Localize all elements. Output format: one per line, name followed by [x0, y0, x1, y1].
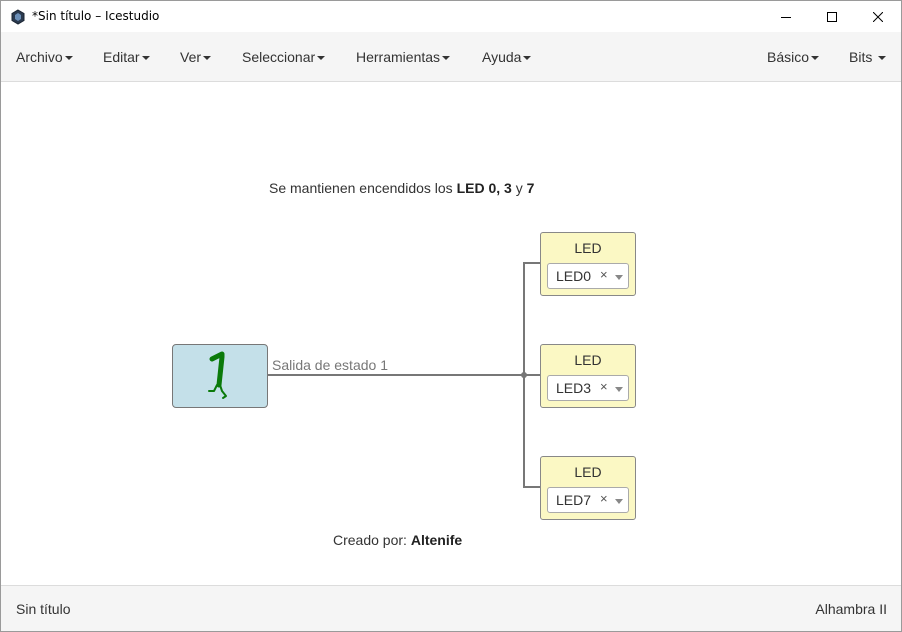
- caret-down-icon: [878, 56, 887, 61]
- led-block-title: LED: [574, 240, 602, 256]
- menu-editar[interactable]: Editar: [103, 32, 150, 82]
- led-block-3[interactable]: LED LED3 ×: [540, 344, 636, 408]
- close-button[interactable]: [855, 1, 901, 32]
- design-canvas[interactable]: Se mantienen encendidos los LED 0, 3 y 7…: [1, 83, 901, 585]
- led-pin-select[interactable]: LED7 ×: [547, 487, 629, 513]
- led-pin-select[interactable]: LED0 ×: [547, 263, 629, 289]
- led-block-title: LED: [574, 464, 602, 480]
- menu-ver[interactable]: Ver: [180, 32, 212, 82]
- title-bar[interactable]: *Sin título – Icestudio: [1, 1, 901, 32]
- clear-icon[interactable]: ×: [600, 379, 608, 394]
- maximize-button[interactable]: [809, 1, 855, 32]
- info-note-author[interactable]: Creado por: Altenife: [333, 532, 462, 548]
- caret-down-icon: [523, 56, 532, 61]
- constant-one-block[interactable]: [172, 344, 268, 408]
- status-board[interactable]: Alhambra II: [815, 601, 887, 617]
- caret-down-icon: [203, 56, 212, 61]
- clear-icon[interactable]: ×: [600, 491, 608, 506]
- wire-junction: [521, 372, 527, 378]
- app-window: *Sin título – Icestudio Archivo Editar V…: [0, 0, 902, 632]
- led-pin-value: LED0: [556, 268, 592, 284]
- menu-ayuda[interactable]: Ayuda: [482, 32, 532, 82]
- led-block-0[interactable]: LED LED0 ×: [540, 232, 636, 296]
- dropdown-arrow-icon[interactable]: [615, 499, 623, 504]
- wires: [268, 262, 540, 488]
- status-bar: Sin título Alhambra II: [1, 585, 901, 631]
- status-filename: Sin título: [16, 601, 71, 617]
- dropdown-arrow-icon[interactable]: [615, 387, 623, 392]
- caret-down-icon: [442, 56, 451, 61]
- menu-archivo[interactable]: Archivo: [16, 32, 73, 82]
- led-pin-value: LED7: [556, 492, 592, 508]
- menu-herramientas[interactable]: Herramientas: [356, 32, 451, 82]
- menu-seleccionar[interactable]: Seleccionar: [242, 32, 326, 82]
- wire-led7[interactable]: [523, 375, 540, 488]
- menu-bits[interactable]: Bits: [849, 32, 887, 82]
- menu-basico[interactable]: Básico: [767, 32, 820, 82]
- led-block-title: LED: [574, 352, 602, 368]
- menu-bar: Archivo Editar Ver Seleccionar Herramien…: [1, 32, 901, 82]
- wire-label: Salida de estado 1: [272, 357, 388, 373]
- clear-icon[interactable]: ×: [600, 267, 608, 282]
- minimize-icon: [781, 16, 791, 18]
- led-pin-value: LED3: [556, 380, 592, 396]
- maximize-icon: [827, 11, 837, 22]
- caret-down-icon: [317, 56, 326, 61]
- dropdown-arrow-icon[interactable]: [615, 275, 623, 280]
- caret-down-icon: [141, 56, 150, 61]
- window-title: *Sin título – Icestudio: [32, 9, 160, 23]
- minimize-button[interactable]: [763, 1, 809, 32]
- walking-one-icon: [208, 351, 227, 399]
- wire-led0[interactable]: [523, 262, 540, 375]
- caret-down-icon: [811, 56, 820, 61]
- led-pin-select[interactable]: LED3 ×: [547, 375, 629, 401]
- icestudio-logo-icon: [11, 9, 25, 25]
- led-block-7[interactable]: LED LED7 ×: [540, 456, 636, 520]
- caret-down-icon: [64, 56, 73, 61]
- close-icon: [873, 11, 883, 22]
